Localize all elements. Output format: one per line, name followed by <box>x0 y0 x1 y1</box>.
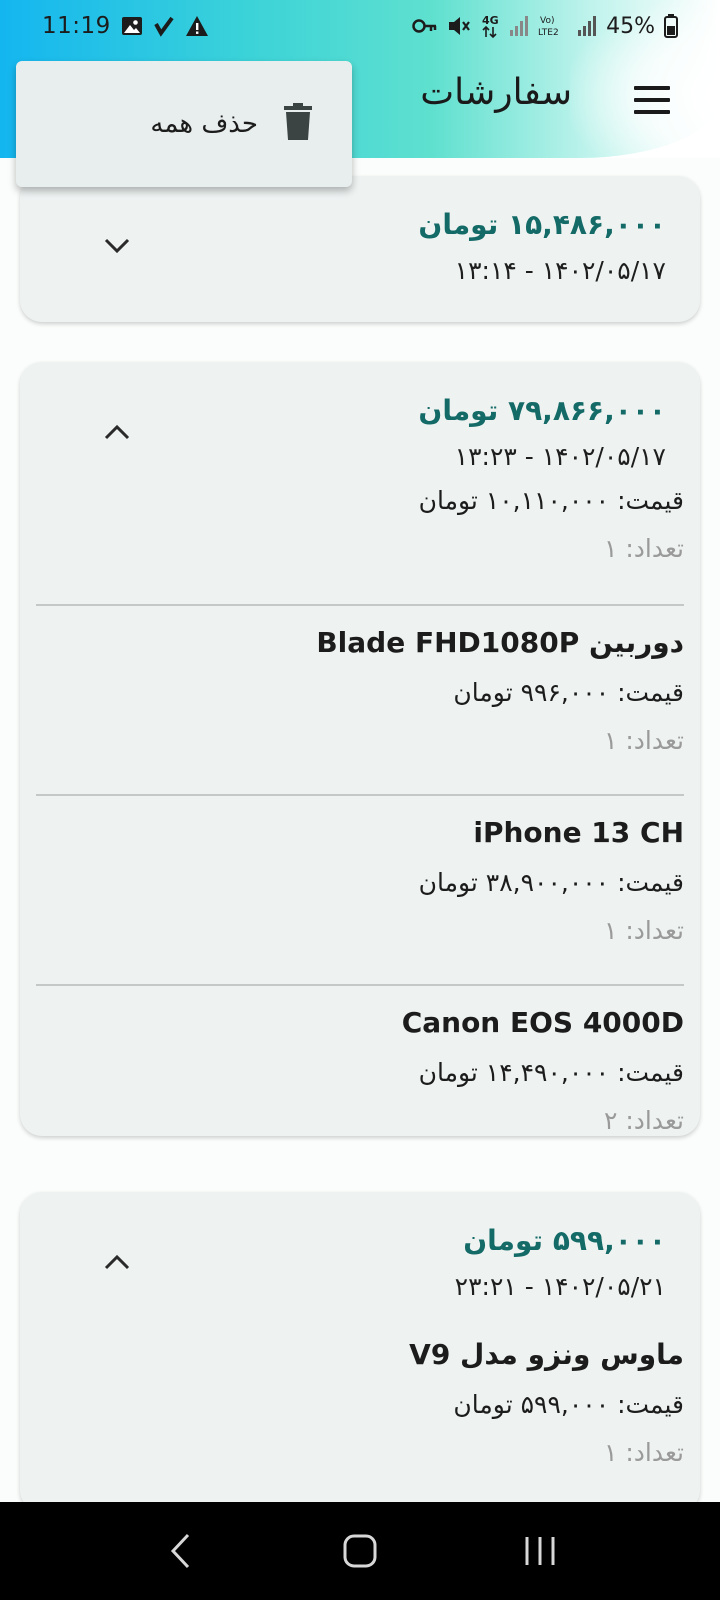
key-icon <box>412 17 438 35</box>
item-price: قیمت: ۳۸,۹۰۰,۰۰۰ تومان <box>418 868 684 897</box>
item-quantity: تعداد: ۲ <box>603 1106 684 1135</box>
home-icon[interactable] <box>330 1521 390 1581</box>
order-total: ۵۹۹,۰۰۰ تومان <box>463 1224 666 1257</box>
svg-text:LTE2: LTE2 <box>538 28 559 38</box>
overflow-popup-menu: حذف همه <box>16 61 352 187</box>
chevron-up-icon[interactable] <box>100 1245 134 1279</box>
item-quantity: تعداد: ۱ <box>603 1438 684 1467</box>
status-time: 11:19 <box>42 13 111 39</box>
signal-icon <box>577 15 597 37</box>
system-nav-bar <box>0 1502 720 1600</box>
svg-text:4G: 4G <box>482 14 499 27</box>
mute-icon <box>447 15 471 37</box>
trash-icon <box>284 103 312 145</box>
order-date: ۲۳:۲۱ - ۱۴۰۲/۰۵/۲۱ <box>454 1272 666 1301</box>
item-name: Canon EOS 4000D <box>401 1006 684 1039</box>
status-right: 4G Vo) LTE2 45% <box>412 13 678 39</box>
item-quantity: تعداد: ۱ <box>603 726 684 755</box>
list-item: دوربین Blade FHD1080P قیمت: ۹۹۶,۰۰۰ توما… <box>36 606 684 796</box>
item-name: ماوس ونزو مدل V9 <box>409 1338 684 1371</box>
list-item: ماوس ونزو مدل V9 قیمت: ۵۹۹,۰۰۰ تومان تعد… <box>36 1318 684 1502</box>
item-price: قیمت: ۹۹۶,۰۰۰ تومان <box>453 678 684 707</box>
chevron-up-icon[interactable] <box>100 415 134 449</box>
order-card[interactable]: ۷۹,۸۶۶,۰۰۰ تومان ۱۳:۲۳ - ۱۴۰۲/۰۵/۱۷ قیمت… <box>20 362 700 1136</box>
item-quantity: تعداد: ۱ <box>603 916 684 945</box>
item-name: دوربین Blade FHD1080P <box>316 626 684 659</box>
order-date: ۱۳:۱۴ - ۱۴۰۲/۰۵/۱۷ <box>454 256 666 285</box>
orders-list[interactable]: ۱۵,۴۸۶,۰۰۰ تومان ۱۳:۱۴ - ۱۴۰۲/۰۵/۱۷ ۷۹,۸… <box>0 158 720 1502</box>
order-card[interactable]: ۱۵,۴۸۶,۰۰۰ تومان ۱۳:۱۴ - ۱۴۰۲/۰۵/۱۷ <box>20 176 700 322</box>
order-total: ۱۵,۴۸۶,۰۰۰ تومان <box>418 208 666 241</box>
order-date: ۱۳:۲۳ - ۱۴۰۲/۰۵/۱۷ <box>454 442 666 471</box>
back-icon[interactable] <box>150 1521 210 1581</box>
item-price: قیمت: ۱۰,۱۱۰,۰۰۰ تومان <box>418 488 684 515</box>
list-item: قیمت: ۱۰,۱۱۰,۰۰۰ تومان تعداد: ۱ <box>36 488 684 604</box>
recents-icon[interactable] <box>510 1521 570 1581</box>
check-icon <box>153 15 175 37</box>
status-bar: 11:19 4G Vo) LTE2 45% <box>0 0 720 52</box>
item-price: قیمت: ۱۴,۴۹۰,۰۰۰ تومان <box>418 1058 684 1087</box>
order-items: قیمت: ۱۰,۱۱۰,۰۰۰ تومان تعداد: ۱ دوربین B… <box>36 488 684 1136</box>
delete-all-label: حذف همه <box>150 109 258 139</box>
status-left: 11:19 <box>42 13 209 39</box>
delete-all-menu-item[interactable]: حذف همه <box>16 61 352 187</box>
item-quantity: تعداد: ۱ <box>603 534 684 563</box>
battery-percentage: 45% <box>606 13 655 39</box>
item-price: قیمت: ۵۹۹,۰۰۰ تومان <box>453 1390 684 1419</box>
item-name: iPhone 13 CH <box>473 816 684 849</box>
page-title: سفارشات <box>420 72 572 113</box>
4g-icon: 4G <box>480 13 500 39</box>
list-item: Canon EOS 4000D قیمت: ۱۴,۴۹۰,۰۰۰ تومان ت… <box>36 986 684 1136</box>
hamburger-menu-icon[interactable] <box>634 86 670 114</box>
battery-icon <box>664 14 678 38</box>
order-items: ماوس ونزو مدل V9 قیمت: ۵۹۹,۰۰۰ تومان تعد… <box>36 1318 684 1502</box>
signal-icon <box>509 15 529 37</box>
volte-icon: Vo) LTE2 <box>538 13 568 39</box>
order-card[interactable]: ۵۹۹,۰۰۰ تومان ۲۳:۲۱ - ۱۴۰۲/۰۵/۲۱ ماوس ون… <box>20 1192 700 1502</box>
order-total: ۷۹,۸۶۶,۰۰۰ تومان <box>418 394 666 427</box>
svg-text:Vo): Vo) <box>540 16 554 26</box>
list-item: iPhone 13 CH قیمت: ۳۸,۹۰۰,۰۰۰ تومان تعدا… <box>36 796 684 986</box>
image-icon <box>121 15 143 37</box>
warning-icon <box>185 15 209 37</box>
chevron-down-icon[interactable] <box>100 229 134 263</box>
